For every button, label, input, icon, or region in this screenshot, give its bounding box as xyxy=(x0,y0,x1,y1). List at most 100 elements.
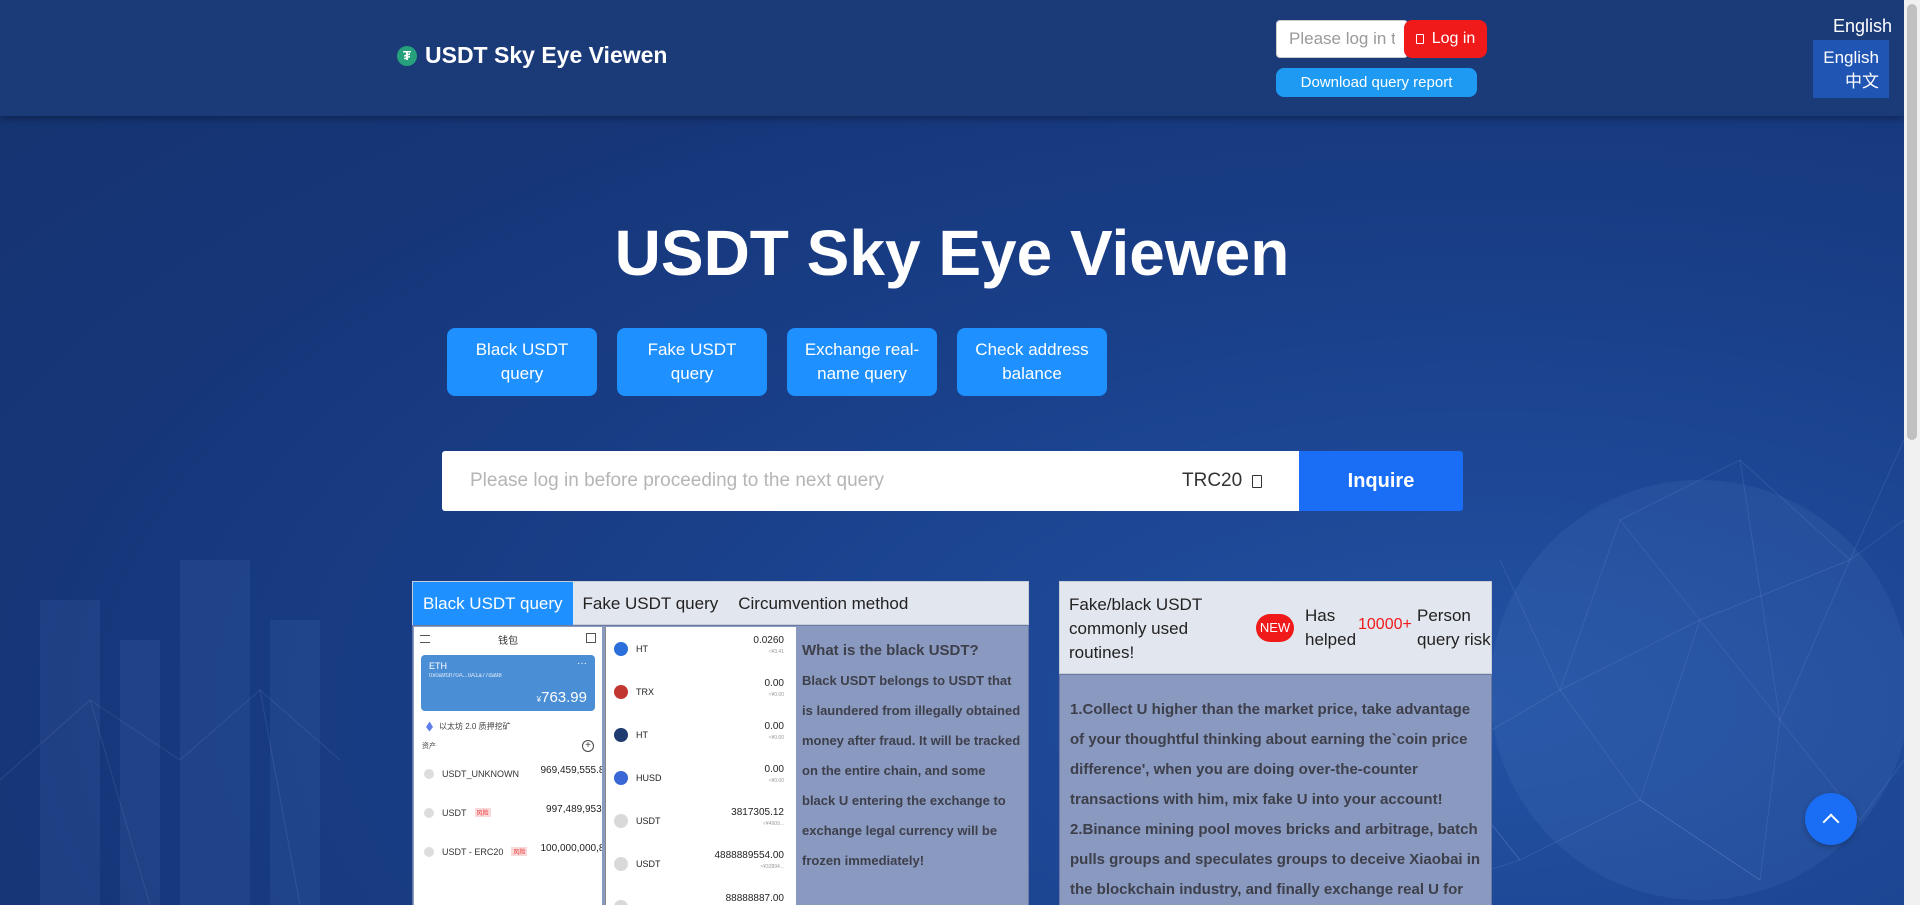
language-selector[interactable]: English xyxy=(1833,16,1892,37)
coin-list: HT 0.0260 ≈¥3.41 TRX 0.00 ≈¥0.00 HT 0.00 ≈¥0.00 H… xyxy=(606,627,796,905)
plus-icon: + xyxy=(582,740,594,752)
exchange-real-name-query-button[interactable]: Exchange real-name query xyxy=(787,328,937,396)
top-header: ₮ USDT Sky Eye Viewen Log in Download qu… xyxy=(0,0,1904,116)
eth-card-address: 0x0a9f3f70A...0A1a77da98 xyxy=(429,673,502,679)
asset-list: USDT_UNKNOWN 969,459,555.80 USDT 风险 997,489,… xyxy=(414,754,602,871)
explanation-title: What is the black USDT? xyxy=(802,642,979,659)
routine-item: 2.Binance mining pool moves bricks and a… xyxy=(1070,821,1481,898)
coin-amount: 88888887.00 xyxy=(725,893,784,904)
asset-value: 969,459,555.80 xyxy=(540,765,602,776)
coin-fiat-value: ≈¥0.00 xyxy=(768,735,784,741)
page-scrollbar[interactable] xyxy=(1904,0,1920,905)
assets-label: 资产 xyxy=(422,743,436,750)
scan-icon xyxy=(586,633,596,643)
new-badge: NEW xyxy=(1256,614,1294,642)
language-dropdown: English 中文 xyxy=(1813,40,1889,98)
coin-fiat-value: ≈¥0.00 xyxy=(768,692,784,698)
coin-symbol: HT xyxy=(636,729,648,740)
tab-black-usdt-query[interactable]: Black USDT query xyxy=(413,582,573,625)
coin-symbol: USDT xyxy=(636,815,661,826)
coin-row: HT 0.0260 ≈¥3.41 xyxy=(606,627,796,670)
coin-row: USDT 3817305.12 ≈¥4909... xyxy=(606,799,796,842)
risk-tag: 风险 xyxy=(511,847,528,856)
asset-name: USDT - ERC20 xyxy=(442,846,504,857)
login-button-label: Log in xyxy=(1431,30,1476,47)
check-address-balance-button[interactable]: Check address balance xyxy=(957,328,1107,396)
login-input[interactable] xyxy=(1276,20,1408,58)
coin-fiat-value: ≈¥3.41 xyxy=(768,649,784,655)
routines-panel: Fake/black USDT commonly used routines! … xyxy=(1059,581,1492,905)
wallet-screenshot-title: 钱包 xyxy=(498,635,518,647)
coin-icon xyxy=(614,770,628,785)
coin-icon xyxy=(614,641,628,656)
language-option-chinese[interactable]: 中文 xyxy=(1813,70,1879,94)
eth-icon xyxy=(426,721,433,732)
chevron-down-icon xyxy=(1252,474,1263,488)
coin-icon xyxy=(614,856,628,871)
coin-amount: 3817305.12 xyxy=(731,807,784,818)
chevron-up-icon xyxy=(1822,813,1840,831)
coin-fiat-value: ≈¥0.00 xyxy=(768,778,784,784)
coin-fiat-value: ≈¥32894... xyxy=(760,864,784,870)
download-report-button[interactable]: Download query report xyxy=(1276,68,1477,97)
routines-title: Fake/black USDT commonly used routines! xyxy=(1069,595,1202,662)
coin-symbol: USDT xyxy=(636,858,661,869)
coin-row: TRX 0.00 ≈¥0.00 xyxy=(606,670,796,713)
black-usdt-query-button[interactable]: Black USDT query xyxy=(447,328,597,396)
asset-row: USDT_UNKNOWN 969,459,555.80 xyxy=(414,754,602,793)
asset-name: USDT_UNKNOWN xyxy=(442,768,520,779)
inquire-button[interactable]: Inquire xyxy=(1299,451,1463,511)
brand-name: USDT Sky Eye Viewen xyxy=(425,42,668,68)
coin-row: 88888887.00 xyxy=(606,885,796,905)
query-info-panel: Black USDT query Fake USDT query Circumv… xyxy=(412,581,1029,905)
more-icon: ··· xyxy=(577,658,587,669)
back-to-top-button[interactable] xyxy=(1805,793,1857,845)
tab-content: 钱包 ETH 0x0a9f3f70A...0A1a77da98 ··· ¥763… xyxy=(412,625,1029,905)
coin-fiat-value: ≈¥4909... xyxy=(763,821,784,827)
coin-amount: 0.00 xyxy=(764,721,784,732)
coin-amount: 0.0260 xyxy=(753,635,784,646)
search-bar: TRC20 xyxy=(442,451,1299,511)
black-usdt-explanation: What is the black USDT? Black USDT belon… xyxy=(802,636,1022,876)
asset-row: USDT 风险 997,489,953.9 xyxy=(414,793,602,832)
asset-value: 100,000,000,89 xyxy=(540,843,602,854)
staking-text: 以太坊 2.0 质押挖矿 xyxy=(439,722,511,731)
brand[interactable]: ₮ USDT Sky Eye Viewen xyxy=(397,42,667,69)
chain-select[interactable]: TRC20 xyxy=(1182,451,1263,511)
staking-row: 以太坊 2.0 质押挖矿 xyxy=(414,715,602,738)
hero-title: USDT Sky Eye Viewen xyxy=(614,217,1290,289)
eth-card-balance-value: 763.99 xyxy=(541,689,587,706)
language-option-english[interactable]: English xyxy=(1813,46,1879,70)
tab-circumvention-method[interactable]: Circumvention method xyxy=(728,582,918,625)
coin-symbol: HT xyxy=(636,643,648,654)
coin-icon xyxy=(614,813,628,828)
coin-row: USDT 4888889554.00 ≈¥32894... xyxy=(606,842,796,885)
wallet-screenshot-header: 钱包 xyxy=(414,627,602,651)
coin-icon xyxy=(424,807,434,818)
coin-row: HT 0.00 ≈¥0.00 xyxy=(606,713,796,756)
explanation-text: Black USDT belongs to USDT that is laund… xyxy=(802,673,1021,868)
assets-header: 资产 + xyxy=(414,738,602,754)
address-search-input[interactable] xyxy=(470,451,1130,511)
routine-item: 1.Collect U higher than the market price… xyxy=(1070,701,1471,808)
asset-name: USDT xyxy=(442,807,467,818)
info-tabs: Black USDT query Fake USDT query Circumv… xyxy=(412,581,1029,625)
eth-card-coin: ETH xyxy=(429,661,447,671)
person-label: Person query risk xyxy=(1417,606,1491,649)
scrollbar-thumb[interactable] xyxy=(1907,4,1917,440)
coin-icon xyxy=(614,684,628,699)
coin-list-screenshot: HT 0.0260 ≈¥3.41 TRX 0.00 ≈¥0.00 HT 0.00 ≈¥0.00 H… xyxy=(605,627,796,905)
login-button[interactable]: Log in xyxy=(1404,20,1487,58)
asset-value: 997,489,953.9 xyxy=(546,804,602,815)
coin-amount: 0.00 xyxy=(764,764,784,775)
coin-icon xyxy=(614,899,628,905)
asset-row: USDT - ERC20 风险 100,000,000,89 xyxy=(414,832,602,871)
coin-row: HUSD 0.00 ≈¥0.00 xyxy=(606,756,796,799)
helped-label: Has helped xyxy=(1305,606,1357,649)
tab-fake-usdt-query[interactable]: Fake USDT query xyxy=(573,582,729,625)
menu-icon xyxy=(420,635,430,643)
fake-usdt-query-button[interactable]: Fake USDT query xyxy=(617,328,767,396)
eth-card-balance: ¥763.99 xyxy=(537,689,587,706)
coin-amount: 0.00 xyxy=(764,678,784,689)
eth-card: ETH 0x0a9f3f70A...0A1a77da98 ··· ¥763.99 xyxy=(421,655,595,711)
